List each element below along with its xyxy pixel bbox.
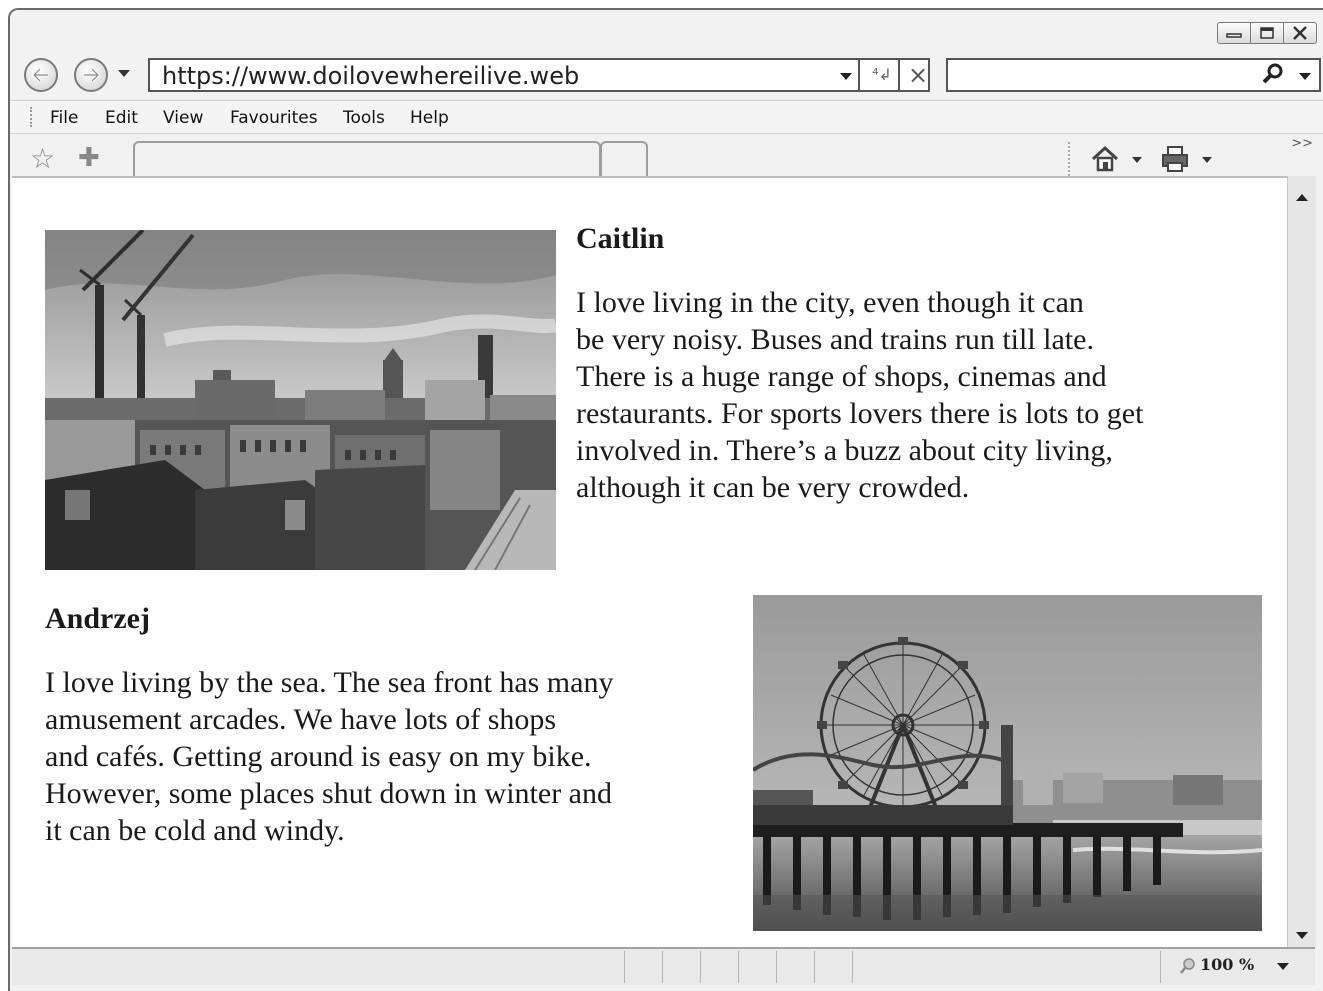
address-divider: [898, 60, 900, 90]
stop-icon[interactable]: ×: [902, 60, 934, 90]
menu-file[interactable]: File: [50, 108, 78, 128]
forward-arrow-icon: [84, 67, 101, 83]
scroll-up-icon[interactable]: [1296, 194, 1308, 201]
search-dropdown-icon[interactable]: [1299, 73, 1311, 80]
status-divider: [738, 951, 739, 983]
command-divider: [1068, 142, 1070, 180]
refresh-icon[interactable]: ⁴↲: [866, 62, 898, 88]
home-icon[interactable]: [1090, 144, 1120, 174]
minimize-icon: [1226, 33, 1242, 38]
menu-bar: File Edit View Favourites Tools Help: [10, 100, 1323, 133]
close-icon: [1293, 26, 1307, 40]
status-divider: [814, 951, 815, 983]
caitlin-line: although it can be very crowded.: [576, 471, 970, 504]
andrzej-line: However, some places shut down in winter…: [45, 777, 612, 810]
print-dropdown-icon[interactable]: [1202, 157, 1212, 163]
caitlin-line: I love living in the city, even though i…: [576, 286, 1084, 319]
url-text[interactable]: https://www.doilovewhereilive.web: [162, 61, 579, 91]
andrzej-line: I love living by the sea. The sea front …: [45, 666, 614, 699]
window-controls: [1217, 22, 1317, 44]
title-bar: [10, 10, 1323, 50]
chevron-more-icon[interactable]: >>: [1291, 136, 1313, 151]
status-divider: [662, 951, 663, 983]
address-bar[interactable]: https://www.doilovewhereilive.web ⁴↲ ×: [148, 58, 930, 92]
page-content: Caitlin I love living in the city, even …: [12, 176, 1287, 949]
menu-tools[interactable]: Tools: [343, 108, 385, 128]
andrzej-heading: Andrzej: [45, 602, 150, 635]
add-favorite-icon[interactable]: ✚: [78, 142, 100, 173]
zoom-dropdown-icon[interactable]: [1277, 963, 1289, 970]
status-bar: 100 %: [12, 947, 1315, 985]
menu-favourites[interactable]: Favourites: [230, 108, 318, 128]
close-button[interactable]: [1283, 22, 1317, 44]
status-divider: [624, 951, 625, 983]
andrzej-line: it can be cold and windy.: [45, 814, 345, 847]
status-divider: [852, 951, 853, 983]
zoom-icon: [1180, 958, 1195, 974]
caitlin-heading: Caitlin: [576, 222, 665, 255]
caitlin-line: be very noisy. Buses and trains run till…: [576, 323, 1094, 356]
forward-button[interactable]: [74, 58, 108, 92]
andrzej-line: amusement arcades. We have lots of shops: [45, 703, 557, 736]
zoom-level[interactable]: 100 %: [1200, 955, 1254, 974]
status-divider: [700, 951, 701, 983]
address-divider: [858, 60, 860, 90]
status-divider: [1160, 951, 1161, 983]
status-divider: [776, 951, 777, 983]
andrzej-line: and cafés. Getting around is easy on my …: [45, 740, 592, 773]
address-dropdown-icon[interactable]: [840, 73, 852, 80]
home-dropdown-icon[interactable]: [1132, 157, 1142, 163]
pier-photo: [753, 595, 1262, 931]
navigation-bar: https://www.doilovewhereilive.web ⁴↲ ×: [10, 52, 1323, 98]
menu-edit[interactable]: Edit: [105, 108, 138, 128]
caitlin-line: involved in. There’s a buzz about city l…: [576, 434, 1113, 467]
history-dropdown-icon[interactable]: [118, 70, 130, 77]
maximize-icon: [1260, 27, 1274, 39]
search-icon[interactable]: [1261, 62, 1285, 86]
scroll-down-icon[interactable]: [1296, 932, 1308, 939]
menu-view[interactable]: View: [163, 108, 203, 128]
menu-help[interactable]: Help: [410, 108, 449, 128]
maximize-button[interactable]: [1250, 22, 1284, 44]
caitlin-line: There is a huge range of shops, cinemas …: [576, 360, 1107, 393]
search-box[interactable]: [946, 58, 1321, 92]
menu-grip: [30, 107, 34, 127]
minimize-button[interactable]: [1217, 22, 1251, 44]
city-photo: [45, 230, 556, 570]
print-icon[interactable]: [1160, 144, 1190, 174]
andrzej-paragraph: I love living by the sea. The sea front …: [45, 664, 613, 849]
caitlin-line: restaurants. For sports lovers there is …: [576, 397, 1144, 430]
back-button[interactable]: [24, 58, 58, 92]
back-arrow-icon: [31, 67, 48, 83]
caitlin-paragraph: I love living in the city, even though i…: [576, 284, 1143, 506]
star-icon[interactable]: ☆: [30, 142, 55, 175]
vertical-scrollbar[interactable]: [1287, 176, 1316, 947]
